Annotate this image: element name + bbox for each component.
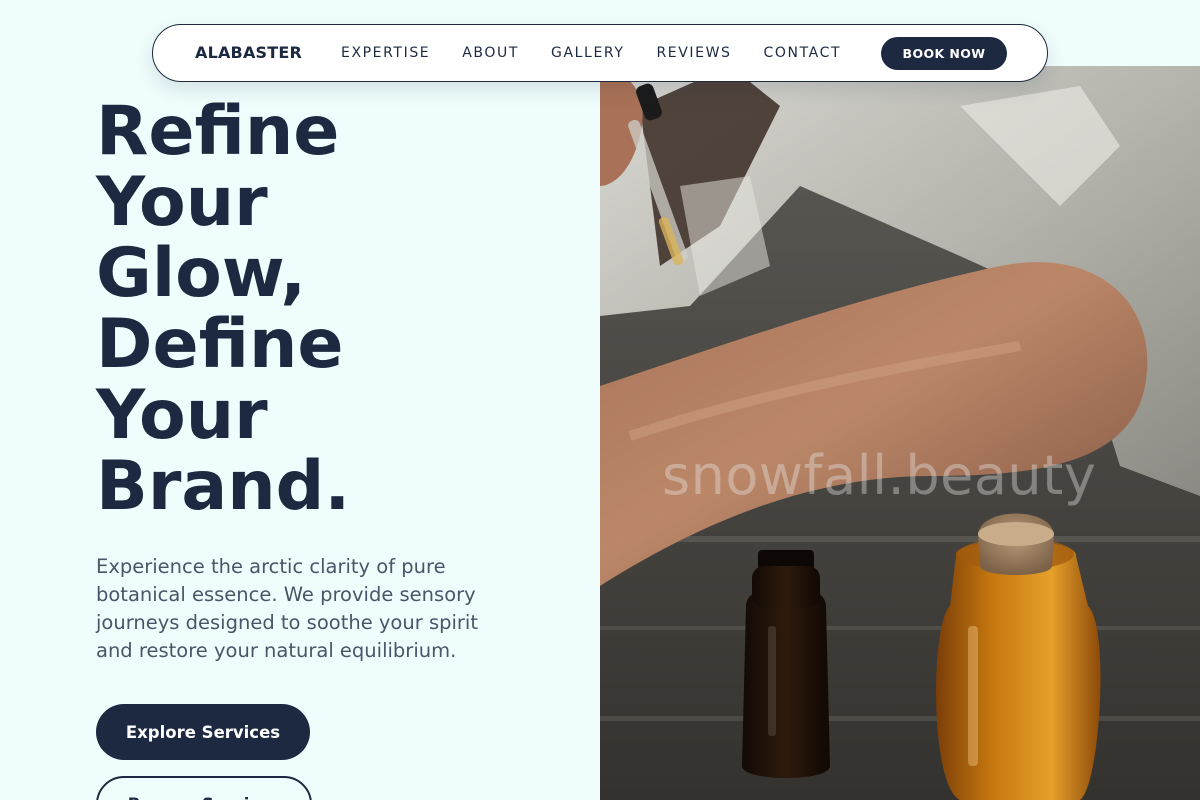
headline-line: Define [96, 305, 344, 384]
hero-headline: Refine Your Glow, Define Your Brand. [96, 96, 576, 522]
brand-logo[interactable]: ALABASTER [195, 43, 302, 62]
headline-line: Brand. [96, 447, 351, 526]
nav-link-about[interactable]: ABOUT [462, 45, 519, 61]
nav-link-expertise[interactable]: EXPERTISE [341, 45, 430, 61]
image-watermark: snowfall.beauty [662, 444, 1097, 507]
headline-line: Glow, [96, 234, 307, 313]
top-navigation: ALABASTER EXPERTISE ABOUT GALLERY REVIEW… [152, 24, 1048, 82]
hero-photo-art [600, 66, 1200, 800]
hero-photo: snowfall.beauty [600, 66, 1200, 800]
browse-services-button[interactable]: Browse Services [96, 776, 312, 800]
book-now-button[interactable]: BOOK NOW [881, 37, 1007, 70]
hero-description: Experience the arctic clarity of pure bo… [96, 555, 478, 662]
nav-link-gallery[interactable]: GALLERY [551, 45, 624, 61]
headline-line: Your [96, 376, 268, 455]
headline-line: Your [96, 163, 268, 242]
nav-link-reviews[interactable]: REVIEWS [656, 45, 731, 61]
explore-services-button[interactable]: Explore Services [96, 704, 310, 760]
nav-link-contact[interactable]: CONTACT [764, 45, 842, 61]
headline-line: Refine [96, 92, 340, 171]
nav-links: EXPERTISE ABOUT GALLERY REVIEWS CONTACT [341, 45, 873, 61]
